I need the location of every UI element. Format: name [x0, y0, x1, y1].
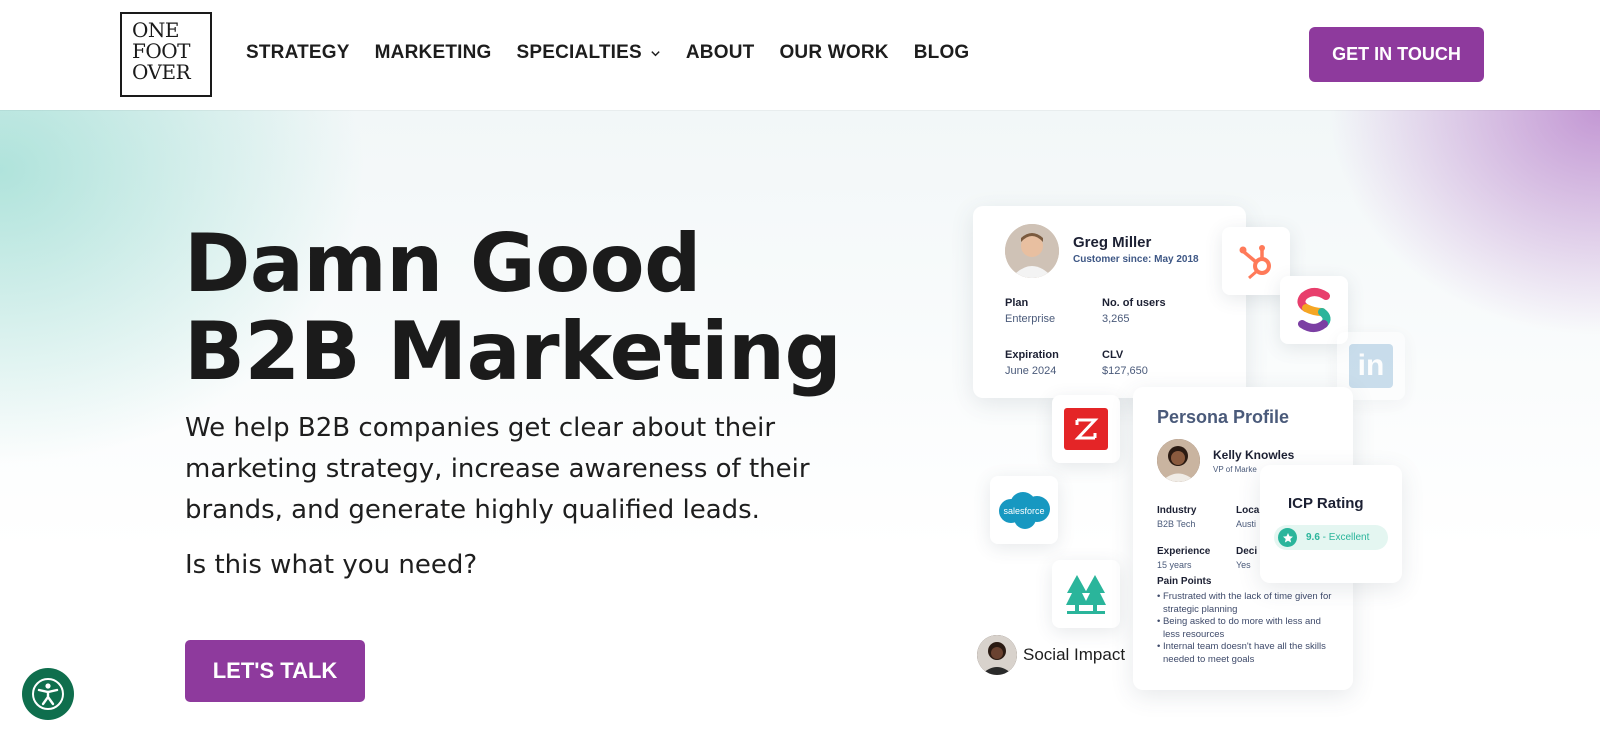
expiration-label: Expiration: [1005, 349, 1059, 361]
icp-score-pill: 9.6 - Excellent: [1274, 525, 1388, 550]
persona-name: Kelly Knowles: [1213, 448, 1295, 462]
plan-value: Enterprise: [1005, 313, 1056, 325]
icp-score: 9.6: [1306, 532, 1320, 543]
customer-card: Greg Miller Customer since: May 2018 Pla…: [973, 206, 1246, 398]
location-label: Loca: [1236, 505, 1260, 516]
star-icon: [1278, 528, 1297, 547]
customer-since: Customer since: May 2018: [1073, 254, 1199, 265]
social-impact-label: Social Impact: [1023, 645, 1126, 664]
customer-avatar: [1005, 224, 1059, 278]
hero-headline: Damn Good B2B Marketing: [184, 217, 842, 398]
pain-points-list: • Frustrated with the lack of time given…: [1157, 591, 1337, 666]
salesforce-icon: salesforce: [999, 492, 1050, 529]
main-nav: STRATEGY MARKETING SPECIALTIES ABOUT OUR…: [246, 42, 994, 64]
nav-label: STRATEGY: [246, 42, 350, 63]
users-label: No. of users: [1102, 297, 1166, 309]
linkedin-text: in: [1357, 349, 1385, 382]
persona-title: Persona Profile: [1157, 407, 1290, 427]
salesforce-text: salesforce: [1003, 506, 1044, 516]
expiration-value: June 2024: [1005, 365, 1057, 377]
experience-value: 15 years: [1157, 560, 1192, 570]
users-value: 3,265: [1102, 313, 1130, 325]
site-logo[interactable]: ONE FOOT OVER: [120, 12, 212, 97]
nav-label: BLOG: [913, 42, 970, 63]
clv-value: $127,650: [1102, 365, 1148, 377]
nav-label: MARKETING: [374, 42, 492, 63]
social-impact-badge: Social Impact: [977, 635, 1125, 675]
customer-name: Greg Miller: [1073, 234, 1152, 251]
headline-line-2: B2B Marketing: [184, 305, 842, 398]
social-avatar: [977, 635, 1017, 675]
nav-item-strategy[interactable]: STRATEGY: [246, 42, 350, 64]
pain-points-label: Pain Points: [1157, 576, 1212, 587]
clv-label: CLV: [1102, 349, 1124, 361]
linkedin-icon: in: [1349, 344, 1393, 388]
s-app-tile: [1280, 276, 1348, 344]
decision-value: Yes: [1236, 560, 1251, 570]
nav-item-marketing[interactable]: MARKETING: [375, 42, 492, 64]
pain-point-item: • Internal team doesn't have all the ski…: [1157, 641, 1326, 665]
s-logo-icon: [1297, 288, 1331, 332]
trees-icon: [1066, 575, 1106, 614]
logo-line-2: FOOT: [132, 39, 191, 63]
pain-point-item: • Being asked to do more with less and l…: [1157, 616, 1321, 640]
site-header: ONE FOOT OVER STRATEGY MARKETING SPECIAL…: [0, 0, 1600, 110]
nav-label: OUR WORK: [779, 42, 889, 63]
decision-label: Deci: [1236, 546, 1258, 557]
nav-item-about[interactable]: ABOUT: [686, 42, 755, 64]
hero-section: Damn Good B2B Marketing We help B2B comp…: [0, 110, 1600, 738]
logo-line-1: ONE: [132, 18, 180, 42]
nav-item-blog[interactable]: BLOG: [914, 42, 970, 64]
nav-label: SPECIALTIES: [516, 42, 642, 63]
experience-label: Experience: [1157, 546, 1211, 557]
hero-subtext: We help B2B companies get clear about th…: [185, 413, 810, 525]
plan-label: Plan: [1005, 297, 1029, 309]
hubspot-icon: [1239, 245, 1271, 280]
get-in-touch-button[interactable]: GET IN TOUCH: [1309, 27, 1484, 82]
nav-item-our-work[interactable]: OUR WORK: [779, 42, 888, 64]
icp-title: ICP Rating: [1288, 495, 1364, 512]
nav-item-specialties[interactable]: SPECIALTIES: [517, 42, 661, 64]
hero-question: Is this what you need?: [185, 550, 478, 580]
chevron-down-icon: [651, 50, 660, 56]
industry-value: B2B Tech: [1157, 519, 1196, 529]
trees-tile: [1052, 560, 1120, 628]
persona-avatar: [1157, 439, 1200, 482]
persona-role: VP of Marke: [1213, 465, 1257, 474]
accessibility-button[interactable]: [22, 668, 74, 720]
icp-rating-card: ICP Rating 9.6 - Excellent: [1260, 465, 1402, 583]
industry-label: Industry: [1157, 505, 1197, 516]
logo-line-3: OVER: [132, 60, 191, 84]
location-value: Austi: [1236, 519, 1257, 529]
icp-score-label: - Excellent: [1319, 532, 1370, 543]
zoho-tile: [1052, 395, 1120, 463]
nav-label: ABOUT: [685, 42, 755, 63]
accessibility-icon: [32, 678, 64, 710]
headline-line-1: Damn Good: [184, 217, 701, 310]
salesforce-tile: salesforce: [990, 476, 1058, 544]
pain-point-item: • Frustrated with the lack of time given…: [1157, 591, 1332, 615]
zoho-icon: [1064, 408, 1108, 450]
lets-talk-button[interactable]: LET'S TALK: [185, 640, 365, 702]
